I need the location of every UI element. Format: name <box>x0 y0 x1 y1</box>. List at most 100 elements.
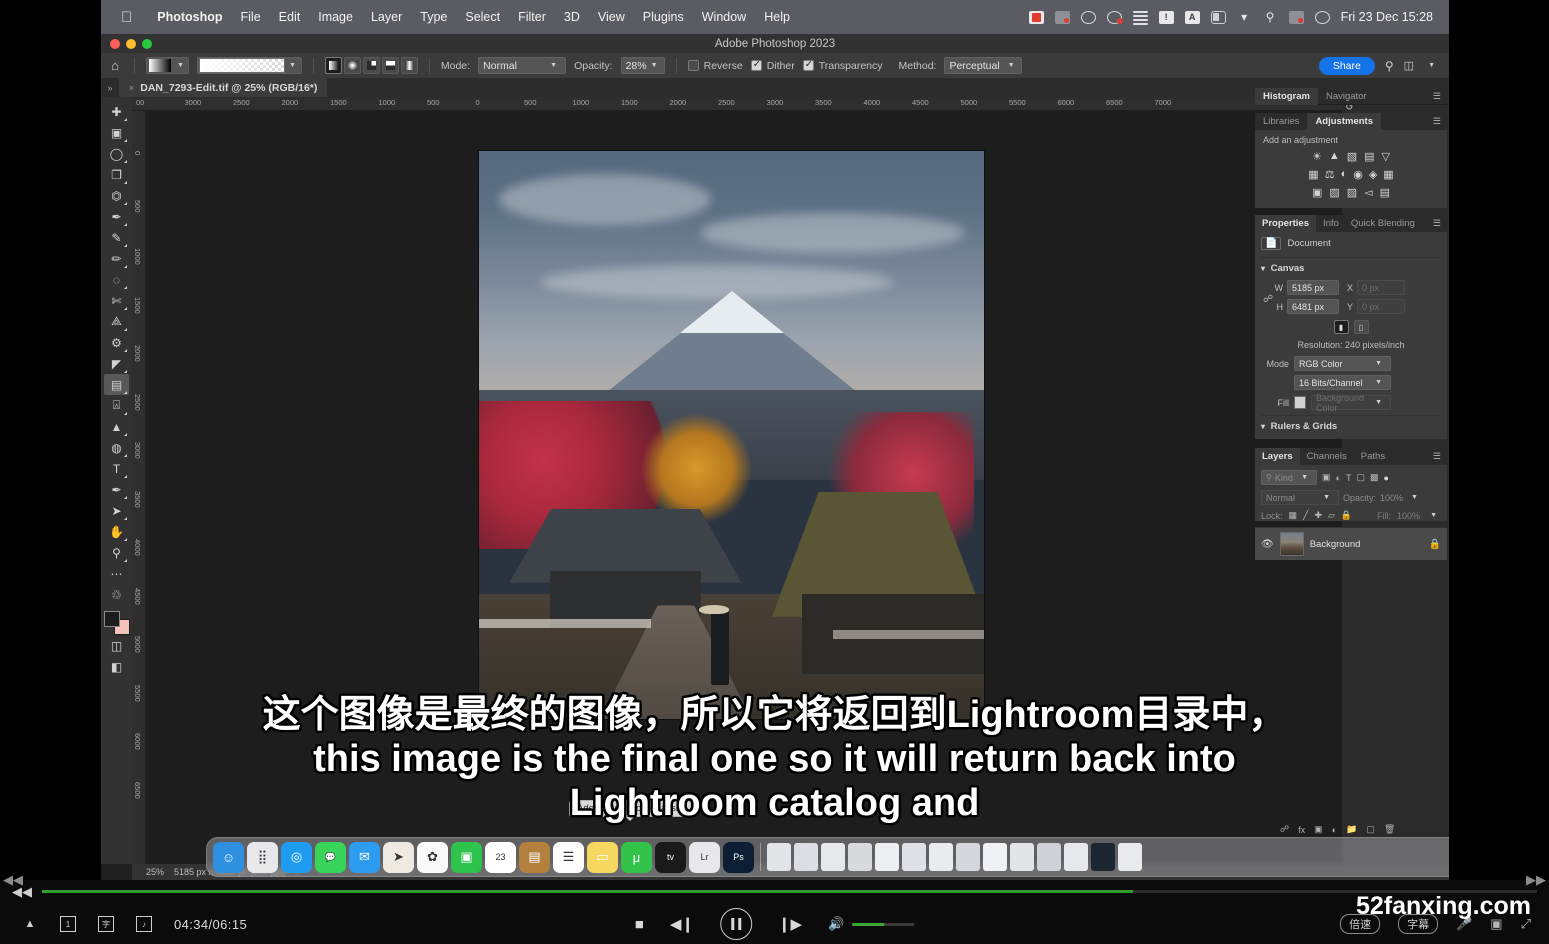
link-layers-icon[interactable]: ☍ <box>1280 824 1289 835</box>
dock-item-utorrent[interactable]: μ <box>621 841 652 873</box>
diamond-gradient-icon[interactable] <box>400 57 418 74</box>
screen-record-icon[interactable] <box>1028 10 1044 24</box>
input-source-icon[interactable]: A <box>1184 10 1200 24</box>
reflected-gradient-icon[interactable] <box>381 57 399 74</box>
canvas-area[interactable] <box>146 111 1342 864</box>
gradient-tool[interactable]: ▤ <box>104 374 129 395</box>
dock-tray-app-5[interactable] <box>875 843 899 871</box>
hand-tool[interactable]: ✋ <box>104 521 129 542</box>
dock-item-launchpad[interactable]: ⣿ <box>247 841 278 873</box>
next-video-icon[interactable]: ▶▶ <box>1526 872 1546 888</box>
dock-item-calendar[interactable]: 23 <box>485 841 516 873</box>
panel-menu-icon[interactable]: ☰ <box>1433 116 1447 127</box>
canvas-section-header[interactable]: ▾ Canvas <box>1261 263 1441 274</box>
layer-style-icon[interactable]: fx <box>1298 825 1305 835</box>
menu-image[interactable]: Image <box>309 10 362 24</box>
dock-item-mail[interactable]: ✉ <box>349 841 380 873</box>
dock-item-messages[interactable]: 💬 <box>315 841 346 873</box>
pen-tool[interactable]: ✒ <box>104 479 129 500</box>
fill-color-swatch[interactable] <box>1294 396 1306 409</box>
adjustment-layer-icon[interactable]: ◐ <box>1332 825 1337 835</box>
layer-name[interactable]: Background <box>1310 539 1361 550</box>
table-row[interactable]: 👁 Background 🔒 <box>1255 527 1447 560</box>
zoom-tool[interactable]: ⚲ <box>104 542 129 563</box>
landscape-icon[interactable]: ▯ <box>1353 320 1369 334</box>
shape-filter-icon[interactable]: ▢ <box>1356 472 1365 483</box>
gradient-map-icon[interactable]: ◅ <box>1364 186 1372 199</box>
document-row[interactable]: 📄 Document <box>1261 237 1441 250</box>
foreground-color-swatch[interactable] <box>103 611 120 627</box>
screen-capture-icon[interactable] <box>1054 10 1070 24</box>
pixel-filter-icon[interactable]: ▣ <box>1322 472 1331 483</box>
menu-window[interactable]: Window <box>693 10 755 24</box>
radial-gradient-icon[interactable] <box>343 57 361 74</box>
dock-tray-app-2[interactable] <box>794 843 818 871</box>
lock-artboard-icon[interactable]: ▱ <box>1328 510 1335 521</box>
tab-quick-blending[interactable]: Quick Blending <box>1346 215 1420 232</box>
selective-color-icon[interactable]: ▤ <box>1380 186 1390 199</box>
gradient-preset-swatch[interactable]: ▼ <box>146 57 189 74</box>
tab-adjustments[interactable]: Adjustments <box>1307 113 1381 130</box>
channel-mixer-icon[interactable]: ◈ <box>1369 168 1377 181</box>
dock-tray-app-11[interactable] <box>1037 843 1061 871</box>
menu-filter[interactable]: Filter <box>509 10 555 24</box>
menu-type[interactable]: Type <box>411 10 456 24</box>
curves-icon[interactable]: ▧ <box>1347 150 1357 163</box>
eject-icon[interactable]: ▲ <box>22 916 38 932</box>
home-icon[interactable]: ⌂ <box>107 58 123 74</box>
search-icon[interactable]: ⚲ <box>1385 59 1394 73</box>
menu-photoshop[interactable]: Photoshop <box>148 10 231 24</box>
dock-item-safari[interactable]: ◎ <box>281 841 312 873</box>
dock-item-photos[interactable]: ✿ <box>417 841 448 873</box>
dock-item-maps[interactable]: ➤ <box>383 841 414 873</box>
dock-item-notes[interactable]: ▭ <box>587 841 618 873</box>
seek-bar[interactable] <box>42 889 1537 893</box>
next-icon[interactable]: ❙▶ <box>778 915 802 933</box>
eraser-tool[interactable]: ◤ <box>104 353 129 374</box>
blur-tool[interactable]: ⍓ <box>104 395 129 416</box>
chapter-icon[interactable]: 1 <box>60 916 76 932</box>
angle-gradient-icon[interactable] <box>362 57 380 74</box>
exposure-icon[interactable]: ▤ <box>1364 150 1374 163</box>
type-tool[interactable]: T <box>104 458 129 479</box>
dock-item-photoshop[interactable]: Ps <box>723 841 754 873</box>
tab-channels[interactable]: Channels <box>1300 448 1354 465</box>
levels-icon[interactable]: ▲ <box>1329 150 1340 163</box>
panel-menu-icon[interactable]: ☰ <box>1433 218 1447 229</box>
blend-mode-select[interactable]: Normal ▼ <box>478 57 567 74</box>
fill-source-select[interactable]: Background Color ▼ <box>1311 393 1391 413</box>
layer-blend-mode-select[interactable]: Normal ▼ <box>1261 490 1339 505</box>
layer-lock-icon[interactable]: 🔒 <box>1429 539 1441 550</box>
history-brush-tool[interactable]: ⟁ <box>104 311 129 332</box>
tab-paths[interactable]: Paths <box>1354 448 1392 465</box>
color-lookup-icon[interactable]: ▦ <box>1383 168 1393 181</box>
method-select[interactable]: Perceptual ▼ <box>944 57 1023 74</box>
dock-tray-app-1[interactable] <box>767 843 791 871</box>
layer-filter-kind-select[interactable]: ⚲ Kind ▼ <box>1261 470 1317 485</box>
dock-item-lightroom-classic[interactable]: Lr <box>689 841 720 873</box>
link-icon[interactable]: ☍ <box>1263 294 1273 305</box>
linear-gradient-icon[interactable] <box>324 57 342 74</box>
brightness-contrast-icon[interactable]: ☀ <box>1312 150 1322 163</box>
layer-opacity-value[interactable]: 100% <box>1380 493 1403 503</box>
chevron-down-icon[interactable]: ▼ <box>1407 494 1422 501</box>
subtitle-track-icon[interactable]: 字 <box>98 916 114 932</box>
default-colors-icon[interactable]: ♲ <box>104 584 129 605</box>
spot-healing-brush-tool[interactable]: ✎ <box>104 227 129 248</box>
clone-stamp-tool[interactable]: ✄ <box>104 290 129 311</box>
zoom-button[interactable] <box>142 38 152 49</box>
rectangular-marquee-tool[interactable]: ▣ <box>104 122 129 143</box>
menu-3d[interactable]: 3D <box>555 10 589 24</box>
dock-tray-app-13[interactable] <box>1091 843 1115 871</box>
lock-image-icon[interactable]: ╱ <box>1303 510 1308 521</box>
stamp-tool[interactable]: ⚙ <box>104 332 129 353</box>
menu-view[interactable]: View <box>589 10 634 24</box>
lock-all-icon[interactable]: 🔒 <box>1341 510 1352 521</box>
chevron-down-icon[interactable]: ▼ <box>285 62 300 69</box>
battery-icon[interactable] <box>1210 10 1226 24</box>
dock-tray-app-10[interactable] <box>1010 843 1034 871</box>
hue-saturation-icon[interactable]: ▦ <box>1308 168 1318 181</box>
color-balance-icon[interactable]: ⚖ <box>1325 168 1335 181</box>
dock-tray-app-4[interactable] <box>848 843 872 871</box>
pause-icon[interactable] <box>719 908 752 940</box>
